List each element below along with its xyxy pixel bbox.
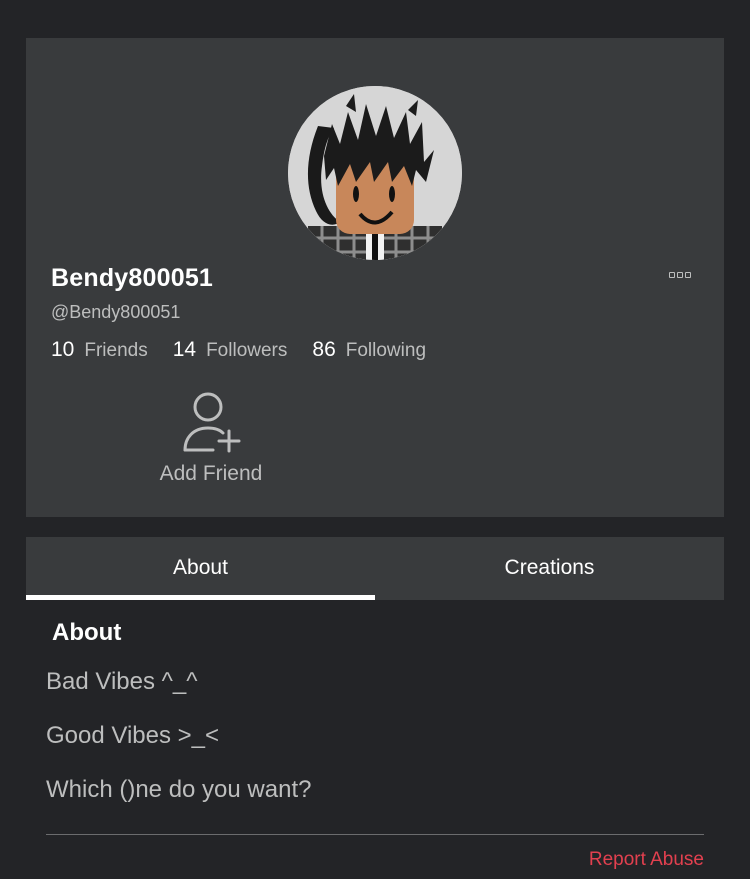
report-abuse-link[interactable]: Report Abuse <box>589 849 704 871</box>
add-friend-button[interactable]: Add Friend <box>148 388 274 492</box>
more-options-icon <box>677 272 683 278</box>
friends-count: 10 <box>51 338 75 361</box>
followers-label: Followers <box>206 340 288 361</box>
username: @Bendy800051 <box>51 302 181 322</box>
more-options-icon <box>685 272 691 278</box>
about-heading: About <box>52 619 122 646</box>
tab-about[interactable]: About <box>26 537 375 600</box>
tab-creations[interactable]: Creations <box>375 537 724 600</box>
avatar-image <box>288 86 462 260</box>
following-stat[interactable]: 86 Following <box>312 338 426 362</box>
more-options-icon <box>669 272 675 278</box>
profile-tabs: About Creations <box>26 537 724 600</box>
display-name: Bendy800051 <box>51 264 214 292</box>
profile-stats: 10 Friends 14 Followers 86 Following <box>51 338 451 362</box>
followers-count: 14 <box>172 338 197 361</box>
about-line-2: Good Vibes >_< <box>46 722 220 749</box>
person-plus-icon <box>183 392 241 453</box>
about-line-1: Bad Vibes ^_^ <box>46 668 198 695</box>
add-friend-label: Add Friend <box>159 462 263 485</box>
divider <box>46 834 704 835</box>
profile-header-card: Bendy800051 @Bendy800051 10 Friends 14 F… <box>26 38 724 517</box>
following-label: Following <box>345 340 427 361</box>
followers-stat[interactable]: 14 Followers <box>173 338 288 362</box>
following-count: 86 <box>312 338 336 361</box>
avatar[interactable] <box>288 86 462 260</box>
friends-label: Friends <box>84 340 148 361</box>
about-line-3: Which ()ne do you want? <box>46 776 312 803</box>
more-options-button[interactable] <box>660 266 700 284</box>
friends-stat[interactable]: 10 Friends <box>51 338 148 362</box>
